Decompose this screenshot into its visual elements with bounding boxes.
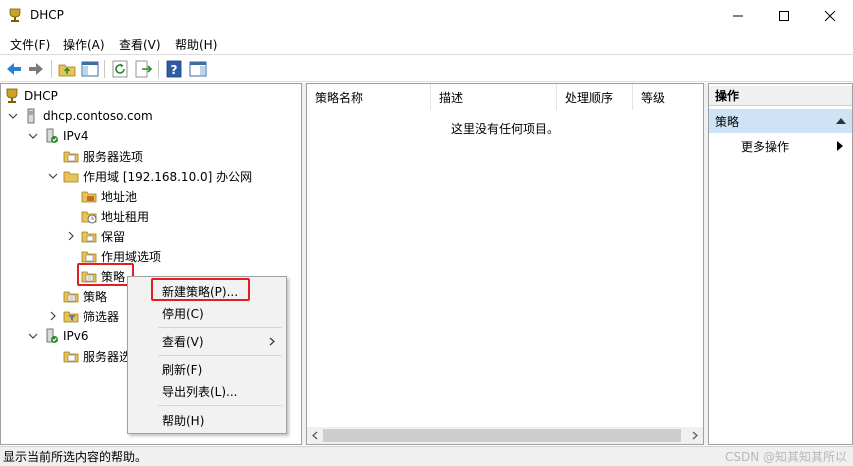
chevron-down-icon[interactable] (7, 110, 19, 122)
menu-item-export-list[interactable]: 导出列表(L)... (129, 380, 285, 402)
menu-item-disable[interactable]: 停用(C) (129, 302, 285, 324)
tree-label: 作用域选项 (101, 249, 162, 264)
result-list: 策略名称 描述 处理顺序 等级 这里没有任何项目。 (306, 83, 704, 445)
tree-item-ipv6[interactable]: IPv6 (27, 326, 89, 346)
tree-label: 策略 (83, 289, 108, 304)
tree-item-ipv6-server-options[interactable]: 服务器选 (63, 346, 131, 366)
tree-item-ipv4[interactable]: IPv4 (27, 126, 89, 146)
menu-view[interactable]: 查看(V) (119, 36, 161, 53)
svg-text:?: ? (171, 63, 178, 77)
ipv6-server-icon (46, 328, 58, 343)
maximize-icon (779, 11, 789, 21)
tree-item-ipv4-server-options[interactable]: 服务器选项 (63, 146, 143, 166)
address-pool-icon (81, 191, 97, 203)
menu-item-refresh[interactable]: 刷新(F) (129, 358, 285, 380)
menu-separator (158, 355, 282, 356)
tree-item-filters[interactable]: 筛选器 (47, 306, 119, 326)
tree-item-server[interactable]: dhcp.contoso.com (7, 106, 153, 126)
tree-label: 服务器选 (83, 349, 132, 364)
chevron-down-icon[interactable] (27, 330, 39, 342)
tree-label: 作用域 [192.168.10.0] 办公网 (83, 169, 253, 184)
up-folder-icon[interactable] (57, 59, 77, 79)
menu-bar: 文件(F) 操作(A) 查看(V) 帮助(H) (0, 32, 853, 54)
options-folder-icon (63, 351, 79, 363)
actions-header: 操作 (709, 86, 852, 106)
tree-label: IPv6 (63, 329, 89, 343)
address-leases-icon (81, 211, 97, 224)
window-title: DHCP (30, 8, 64, 22)
menu-action[interactable]: 操作(A) (63, 36, 105, 53)
help-icon[interactable]: ? (164, 59, 184, 79)
options-folder-icon (63, 151, 79, 163)
tree-label: IPv4 (63, 129, 89, 143)
options-folder-icon (81, 251, 97, 263)
close-button[interactable] (807, 0, 853, 32)
chevron-right-icon[interactable] (47, 310, 59, 322)
tree-label: 地址池 (101, 189, 138, 204)
highlight-new-policy (151, 278, 250, 301)
tree-label: 地址租用 (101, 209, 150, 224)
watermark: CSDN @知其知其所以 (724, 449, 847, 464)
tree-label: 服务器选项 (83, 149, 144, 164)
back-arrow-icon[interactable] (4, 59, 24, 79)
chevron-right-icon (269, 337, 275, 346)
tree-item-address-leases[interactable]: 地址租用 (81, 206, 149, 226)
column-header-processing-order[interactable]: 处理顺序 (557, 84, 633, 110)
folder-icon (63, 171, 79, 183)
toolbar: ? (0, 54, 853, 82)
dhcp-icon (6, 88, 18, 103)
title-bar: DHCP (0, 0, 853, 32)
refresh-icon[interactable] (110, 59, 130, 79)
status-text: 显示当前所选内容的帮助。 (3, 450, 148, 464)
chevron-down-icon[interactable] (47, 170, 59, 182)
column-header-description[interactable]: 描述 (431, 84, 557, 110)
tree-label: DHCP (24, 89, 58, 103)
chevron-right-icon[interactable] (65, 230, 77, 242)
collapse-up-icon[interactable] (836, 117, 846, 125)
close-icon (824, 10, 836, 22)
actions-pane: 操作 策略 更多操作 (708, 83, 853, 445)
scrollbar-thumb[interactable] (323, 429, 681, 442)
filter-icon (63, 311, 79, 323)
ipv4-server-icon (46, 128, 58, 143)
horizontal-scrollbar[interactable] (307, 427, 703, 444)
actions-section-policies[interactable]: 策略 (709, 109, 852, 133)
menu-file[interactable]: 文件(F) (10, 36, 50, 53)
menu-item-view[interactable]: 查看(V) (129, 330, 285, 352)
scroll-left-icon[interactable] (311, 431, 319, 440)
menu-item-help[interactable]: 帮助(H) (129, 409, 285, 431)
forward-arrow-icon[interactable] (26, 59, 46, 79)
tree-item-reservations[interactable]: 保留 (65, 226, 125, 246)
menu-separator (158, 405, 282, 406)
chevron-down-icon[interactable] (27, 130, 39, 142)
more-actions-item[interactable]: 更多操作 (741, 136, 789, 156)
menu-separator (158, 327, 282, 328)
tree-label: 筛选器 (83, 309, 120, 324)
menu-help[interactable]: 帮助(H) (175, 36, 217, 53)
column-header-level[interactable]: 等级 (633, 84, 703, 110)
highlight-selected-node (77, 263, 134, 286)
reservations-icon (81, 231, 97, 243)
tree-item-policies[interactable]: 策略 (63, 286, 107, 306)
minimize-icon (733, 15, 743, 17)
minimize-button[interactable] (715, 0, 761, 32)
tree-label: dhcp.contoso.com (43, 109, 153, 123)
export-list-icon[interactable] (133, 59, 153, 79)
server-icon (27, 108, 35, 124)
tree-item-address-pool[interactable]: 地址池 (81, 186, 137, 206)
dhcp-app-icon (9, 8, 21, 22)
tree-item-dhcp-root[interactable]: DHCP (4, 86, 58, 106)
column-header-policy-name[interactable]: 策略名称 (307, 84, 431, 110)
policies-icon (63, 291, 79, 303)
show-hide-tree-icon[interactable] (80, 59, 100, 79)
show-hide-action-pane-icon[interactable] (188, 59, 208, 79)
maximize-button[interactable] (761, 0, 807, 32)
scroll-right-icon[interactable] (691, 431, 699, 440)
empty-list-message: 这里没有任何项目。 (450, 122, 559, 136)
tree-item-scope[interactable]: 作用域 [192.168.10.0] 办公网 (47, 166, 252, 186)
tree-label: 保留 (101, 229, 126, 244)
submenu-arrow-icon (837, 141, 843, 151)
